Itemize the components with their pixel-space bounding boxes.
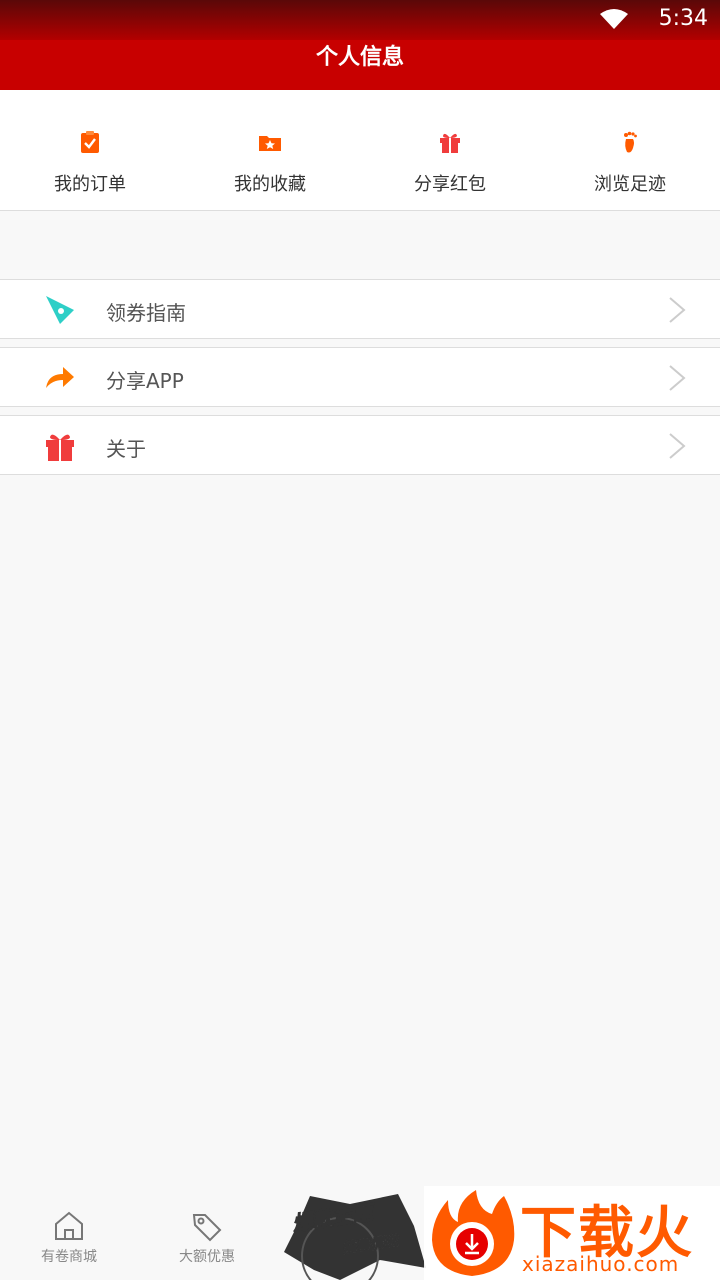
menu-item-coupon-guide[interactable]: 领券指南 [0,279,720,339]
watermark: 下载火 xiazaihuo.com [424,1186,720,1280]
status-time: 5:34 [658,6,708,31]
menu-item-share-app[interactable]: 分享APP [0,347,720,407]
quick-action-footprints[interactable]: 浏览足迹 [540,90,720,211]
quick-action-favorites[interactable]: 我的收藏 [180,90,360,211]
chevron-right-icon [669,433,686,459]
home-icon [55,1211,83,1240]
menu-item-label: 分享APP [106,369,184,393]
share-arrow-icon [46,367,74,388]
quick-action-label: 我的收藏 [234,174,306,195]
quick-action-label: 分享红包 [414,174,486,195]
nav-tab-mall[interactable]: 有卷商城 [0,1196,138,1280]
gift-icon [440,133,460,153]
nav-tab-discounts[interactable]: 大额优惠 [138,1196,276,1280]
wifi-icon [600,9,628,29]
quick-actions: 我的订单 我的收藏 分享红包 浏览足迹 [0,90,720,211]
menu-item-about[interactable]: 关于 [0,415,720,475]
quick-action-orders[interactable]: 我的订单 [0,90,180,211]
gift-box-icon [46,434,74,461]
favorites-folder-icon [259,136,281,151]
footprint-icon [624,131,637,153]
menu-item-label: 关于 [106,437,146,461]
promo-badge[interactable]: 爆款主题 搞事情啦 [280,1190,430,1280]
chevron-right-icon [669,365,686,391]
order-clipboard-icon [81,131,99,153]
chevron-right-icon [669,297,686,323]
page-title: 个人信息 [0,40,720,90]
quick-action-label: 我的订单 [54,174,126,195]
status-bar: 5:34 [0,0,720,40]
nav-tab-label: 有卷商城 [41,1249,97,1265]
tag-icon [192,1214,222,1242]
nav-tab-label: 大额优惠 [179,1249,235,1265]
watermark-url: xiazaihuo.com [522,1252,680,1276]
menu-item-label: 领券指南 [106,301,186,325]
quick-action-label: 浏览足迹 [594,174,666,195]
quick-action-share-redpacket[interactable]: 分享红包 [360,90,540,211]
flame-logo-icon [432,1190,515,1276]
compass-icon [46,296,74,324]
